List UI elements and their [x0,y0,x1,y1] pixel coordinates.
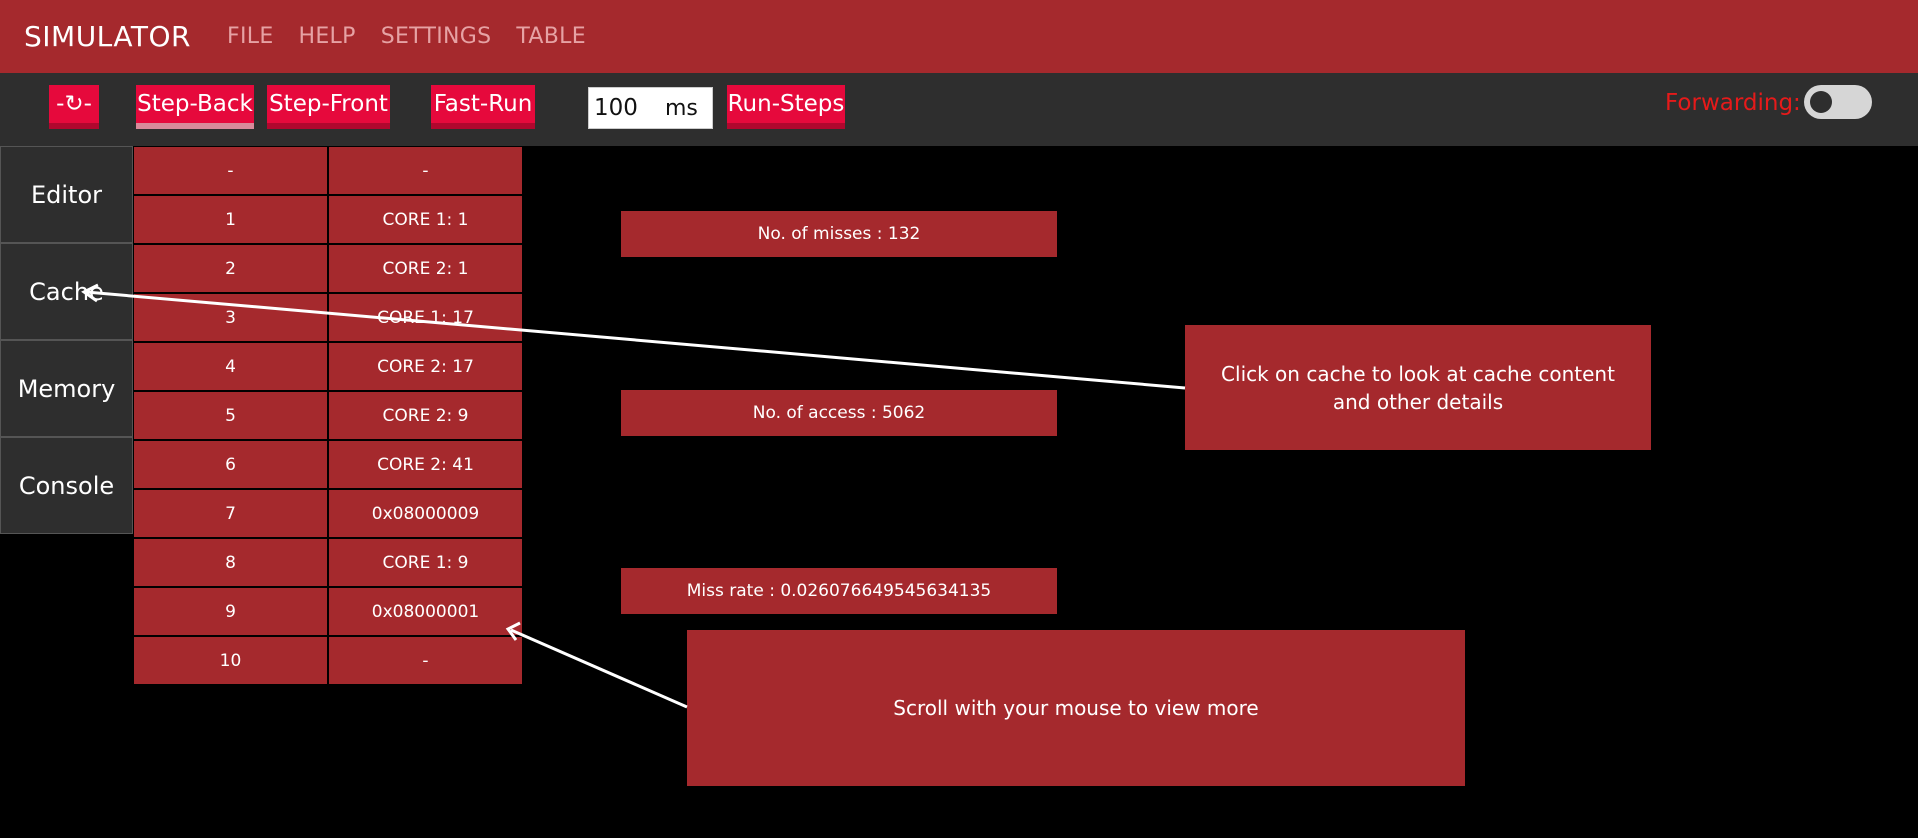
table-cell-value: 0x08000009 [329,490,524,539]
cache-hint-tooltip: Click on cache to look at cache content … [1185,325,1651,450]
menu-file[interactable]: FILE [227,24,274,49]
step-front-button[interactable]: Step-Front [267,85,390,129]
table-row: 9 0x08000001 [134,588,524,637]
table-row: 2 CORE 2: 1 [134,245,524,294]
sidebar-item-editor[interactable]: Editor [0,146,133,243]
step-back-button[interactable]: Step-Back [136,85,254,129]
run-steps-button[interactable]: Run-Steps [727,85,845,129]
table-cell-index: 9 [134,588,329,637]
misses-stat: No. of misses : 132 [621,211,1057,257]
table-cell-value: CORE 1: 9 [329,539,524,588]
table-cell-index: 3 [134,294,329,343]
access-stat: No. of access : 5062 [621,390,1057,436]
table-row: 5 CORE 2: 9 [134,392,524,441]
app-brand: SIMULATOR [24,20,192,53]
table-cell-index: - [134,147,329,196]
table-cell-index: 7 [134,490,329,539]
table-row: 8 CORE 1: 9 [134,539,524,588]
delay-input[interactable] [589,95,659,121]
sidebar-item-console[interactable]: Console [0,437,133,534]
table-cell-index: 5 [134,392,329,441]
table-cell-index: 6 [134,441,329,490]
table-row: 7 0x08000009 [134,490,524,539]
table-cell-value: CORE 2: 1 [329,245,524,294]
forwarding-toggle[interactable] [1804,85,1872,119]
menu-table[interactable]: TABLE [516,24,586,49]
table-cell-value: CORE 2: 17 [329,343,524,392]
table-cell-index: 8 [134,539,329,588]
scroll-hint-arrow-icon [505,621,688,709]
table-row: 4 CORE 2: 17 [134,343,524,392]
table-cell-value: CORE 1: 17 [329,294,524,343]
table-cell-value: CORE 2: 41 [329,441,524,490]
table-cell-index: 10 [134,637,329,686]
sidebar: Editor Cache Memory Console [0,146,133,534]
sidebar-item-memory[interactable]: Memory [0,340,133,437]
table-cell-value: 0x08000001 [329,588,524,637]
table-cell-value: - [329,637,524,686]
table-row: 6 CORE 2: 41 [134,441,524,490]
table-row: 3 CORE 1: 17 [134,294,524,343]
sidebar-item-cache[interactable]: Cache [0,243,133,340]
miss-rate-stat: Miss rate : 0.026076649545634135 [621,568,1057,614]
toggle-knob [1810,91,1832,113]
table-row: -- [134,147,524,196]
table-cell-value: CORE 1: 1 [329,196,524,245]
table-cell-index: 4 [134,343,329,392]
table-cell-index: 1 [134,196,329,245]
delay-unit: ms [665,95,698,121]
menu-help[interactable]: HELP [299,24,356,49]
delay-field[interactable]: ms [588,87,713,129]
fast-run-button[interactable]: Fast-Run [431,85,535,129]
forwarding-label: Forwarding: [1665,90,1801,116]
table-cell-index: 2 [134,245,329,294]
toolbar: -↻- Step-Back Step-Front Fast-Run ms Run… [0,73,1918,146]
table-row: 1 CORE 1: 1 [134,196,524,245]
cache-table[interactable]: -- 1 CORE 1: 1 2 CORE 2: 1 3 CORE 1: 17 4 CO… [134,147,524,686]
reset-button[interactable]: -↻- [49,85,99,129]
menu-settings[interactable]: SETTINGS [381,24,492,49]
table-cell-value: CORE 2: 9 [329,392,524,441]
table-row: 10- [134,637,524,686]
menu-bar: SIMULATOR FILE HELP SETTINGS TABLE [0,0,1918,73]
scroll-hint-tooltip: Scroll with your mouse to view more [687,630,1465,786]
table-cell-value: - [329,147,524,196]
